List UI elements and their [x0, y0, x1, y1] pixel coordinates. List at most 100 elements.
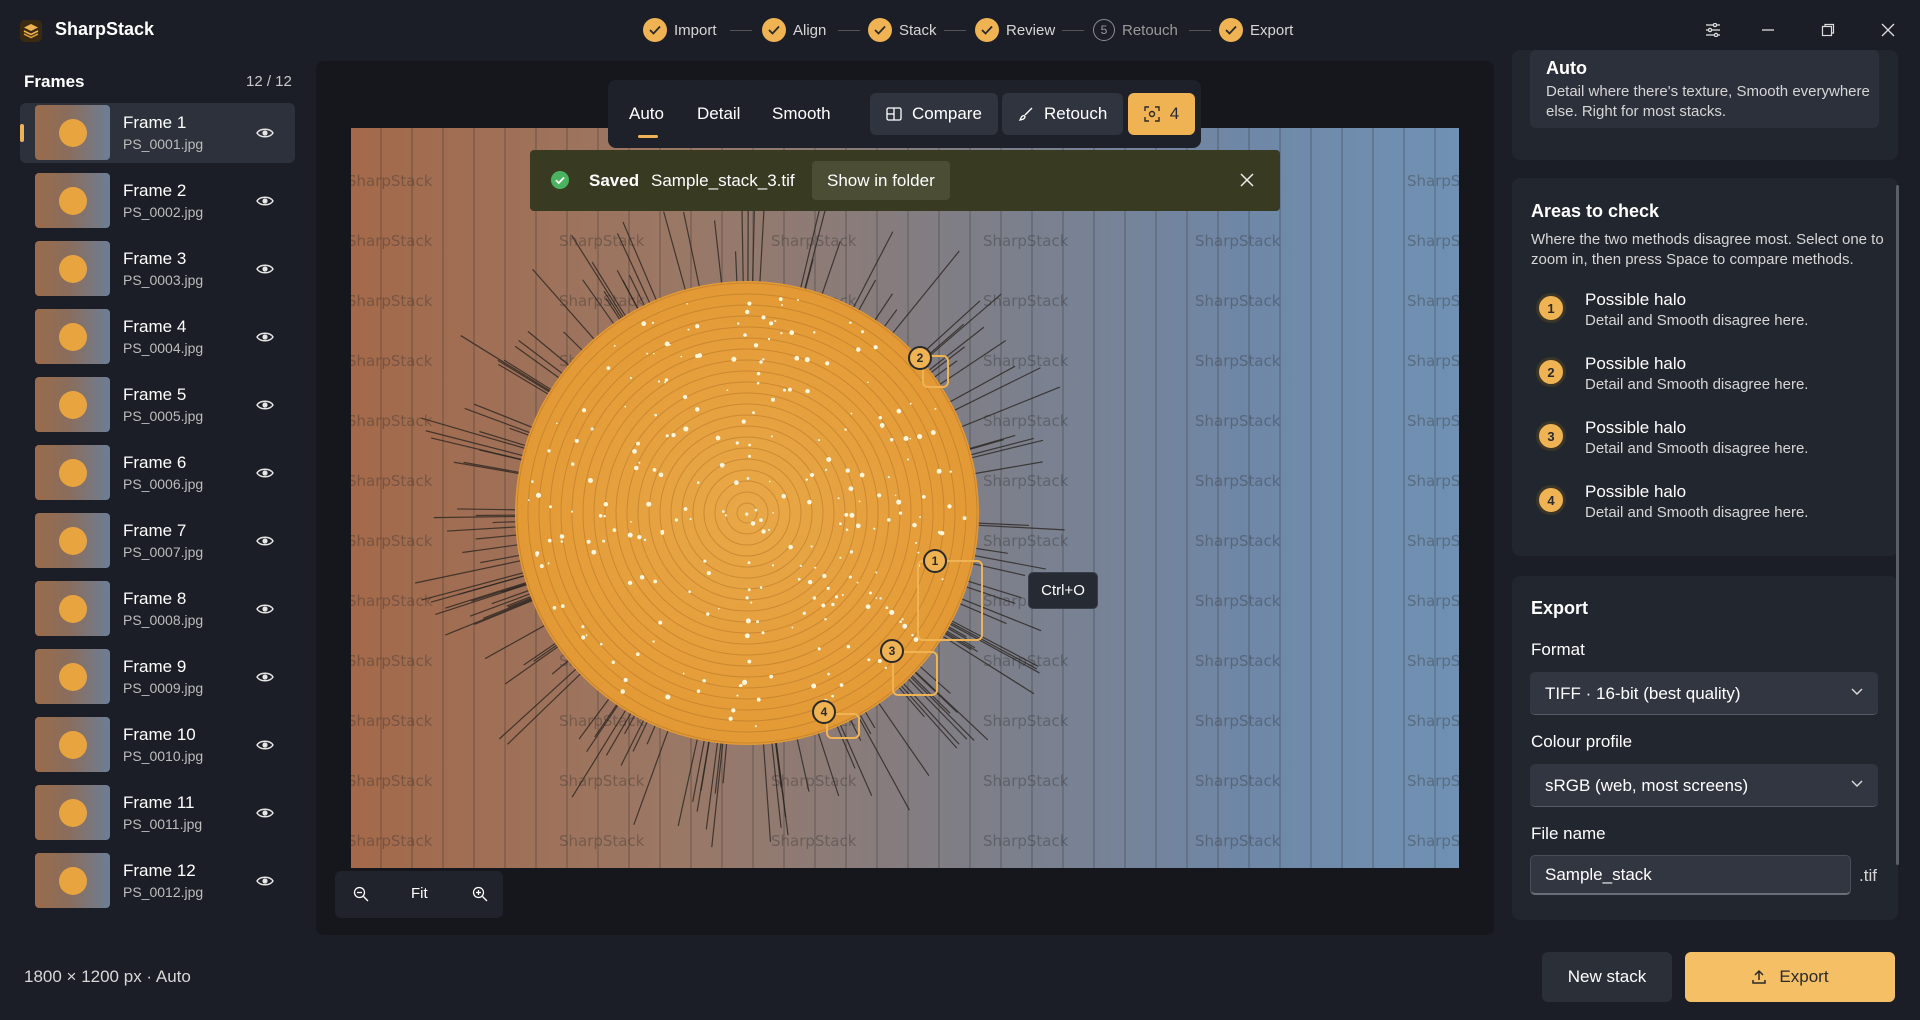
settings-sliders-icon[interactable]	[1698, 16, 1728, 44]
frame-row[interactable]: Frame 3 PS_0003.jpg	[20, 239, 295, 299]
format-select[interactable]: TIFF · 16-bit (best quality)	[1530, 672, 1878, 715]
watermark-text: SharpStack	[983, 532, 1069, 550]
overlay-count: 4	[1169, 104, 1180, 123]
minimize-icon[interactable]	[1753, 16, 1783, 44]
watermark-text: SharpStack	[983, 352, 1069, 370]
stacked-image-preview[interactable]: SharpStack SharpStack SharpStack SharpStack…	[351, 128, 1459, 868]
check-area-1-badge[interactable]: 1	[923, 549, 947, 573]
area-title: Possible halo	[1585, 354, 1687, 373]
watermark-text: SharpStack	[1195, 712, 1281, 730]
watermark-text: SharpStack	[351, 832, 433, 850]
restore-icon[interactable]	[1813, 16, 1843, 44]
retouch-button[interactable]: Retouch	[1002, 93, 1124, 135]
zoom-controls: Fit	[335, 871, 503, 918]
zoom-fit-button[interactable]: Fit	[411, 885, 428, 902]
frame-row[interactable]: Frame 11 PS_0011.jpg	[20, 783, 295, 843]
toast-close-icon[interactable]	[1237, 170, 1257, 190]
show-in-folder-button[interactable]: Show in folder	[812, 161, 950, 200]
step-connector	[944, 30, 966, 31]
format-label: Format	[1531, 640, 1585, 659]
eye-icon[interactable]	[255, 259, 275, 279]
area-to-check-item[interactable]: 4 Possible halo Detail and Smooth disagree…	[1530, 482, 1880, 534]
watermark-text: SharpStack	[1407, 172, 1459, 190]
watermark-text: SharpStack	[983, 652, 1069, 670]
watermark-text: SharpStack	[351, 412, 433, 430]
eye-icon[interactable]	[255, 531, 275, 551]
step-review[interactable]: Review	[975, 18, 1055, 42]
frame-row[interactable]: Frame 10 PS_0010.jpg	[20, 715, 295, 775]
method-card: Auto Detail where there's texture, Smoot…	[1512, 50, 1898, 160]
frame-row[interactable]: Frame 12 PS_0012.jpg	[20, 851, 295, 911]
compare-button[interactable]: Compare	[870, 93, 998, 135]
frame-row[interactable]: Frame 5 PS_0005.jpg	[20, 375, 295, 435]
colour-profile-select[interactable]: sRGB (web, most screens)	[1530, 764, 1878, 807]
area-number: 3	[1536, 421, 1566, 451]
export-title: Export	[1531, 598, 1589, 618]
eye-icon[interactable]	[255, 123, 275, 143]
frame-filename: PS_0003.jpg	[123, 272, 204, 288]
retouch-label: Retouch	[1044, 104, 1108, 123]
frame-thumbnail	[35, 309, 110, 364]
check-icon	[1219, 18, 1243, 42]
eye-icon[interactable]	[255, 327, 275, 347]
auto-method-title: Auto	[1546, 58, 1587, 78]
frame-row[interactable]: Frame 7 PS_0007.jpg	[20, 511, 295, 571]
check-area-1-outline[interactable]	[917, 560, 983, 641]
frame-name: Frame 8	[123, 589, 187, 608]
eye-icon[interactable]	[255, 463, 275, 483]
area-to-check-item[interactable]: 1 Possible halo Detail and Smooth disagree…	[1530, 290, 1880, 342]
auto-method-option[interactable]: Auto Detail where there's texture, Smoot…	[1530, 50, 1879, 128]
step-export[interactable]: Export	[1219, 18, 1293, 42]
area-title: Possible halo	[1585, 482, 1687, 501]
frame-row[interactable]: Frame 4 PS_0004.jpg	[20, 307, 295, 367]
check-areas-overlay-toggle[interactable]: 4	[1128, 93, 1195, 135]
area-to-check-item[interactable]: 2 Possible halo Detail and Smooth disagree…	[1530, 354, 1880, 406]
tab-smooth[interactable]: Smooth	[772, 104, 831, 124]
frame-row[interactable]: Frame 2 PS_0002.jpg	[20, 171, 295, 231]
view-mode-toolbar: Auto Detail Smooth Compare Retouch 4	[608, 80, 1201, 148]
frame-row[interactable]: Frame 6 PS_0006.jpg	[20, 443, 295, 503]
step-stack[interactable]: Stack	[868, 18, 937, 42]
close-window-icon[interactable]	[1873, 16, 1903, 44]
frame-row[interactable]: Frame 8 PS_0008.jpg	[20, 579, 295, 639]
auto-method-description: Detail where there's texture, Smooth eve…	[1546, 83, 1870, 120]
tab-auto[interactable]: Auto	[629, 104, 664, 124]
watermark-text: SharpStack	[1407, 592, 1459, 610]
check-area-2-badge[interactable]: 2	[908, 346, 932, 370]
step-align[interactable]: Align	[762, 18, 826, 42]
check-area-4-badge[interactable]: 4	[812, 700, 836, 724]
eye-icon[interactable]	[255, 871, 275, 891]
frame-row[interactable]: Frame 1 PS_0001.jpg	[20, 103, 295, 163]
eye-icon[interactable]	[255, 191, 275, 211]
tab-detail[interactable]: Detail	[697, 104, 740, 124]
file-name-label: File name	[1531, 824, 1606, 843]
step-import[interactable]: Import	[643, 18, 717, 42]
eye-icon[interactable]	[255, 803, 275, 823]
frame-filename: PS_0005.jpg	[123, 408, 204, 424]
step-connector	[1189, 30, 1211, 31]
watermark-text: SharpStack	[771, 832, 857, 850]
new-stack-button[interactable]: New stack	[1542, 952, 1672, 1002]
frame-name: Frame 10	[123, 725, 196, 744]
watermark-text: SharpStack	[983, 712, 1069, 730]
export-button[interactable]: Export	[1685, 952, 1895, 1002]
frame-thumbnail	[35, 241, 110, 296]
watermark-text: SharpStack	[771, 772, 857, 790]
zoom-out-icon[interactable]	[353, 886, 369, 902]
area-to-check-item[interactable]: 3 Possible halo Detail and Smooth disagree…	[1530, 418, 1880, 470]
right-panel-scrollbar[interactable]	[1896, 185, 1899, 865]
watermark-text: SharpStack	[1407, 712, 1459, 730]
file-name-input[interactable]	[1530, 855, 1851, 895]
check-area-3-badge[interactable]: 3	[880, 639, 904, 663]
eye-icon[interactable]	[255, 667, 275, 687]
watermark-text: SharpStack	[1407, 472, 1459, 490]
frame-name: Frame 6	[123, 453, 187, 472]
eye-icon[interactable]	[255, 735, 275, 755]
compare-label: Compare	[912, 104, 982, 123]
zoom-in-icon[interactable]	[472, 886, 488, 902]
step-retouch[interactable]: 5 Retouch	[1093, 18, 1178, 42]
eye-icon[interactable]	[255, 599, 275, 619]
shortcut-tooltip: Ctrl+O	[1028, 572, 1098, 609]
eye-icon[interactable]	[255, 395, 275, 415]
frame-row[interactable]: Frame 9 PS_0009.jpg	[20, 647, 295, 707]
